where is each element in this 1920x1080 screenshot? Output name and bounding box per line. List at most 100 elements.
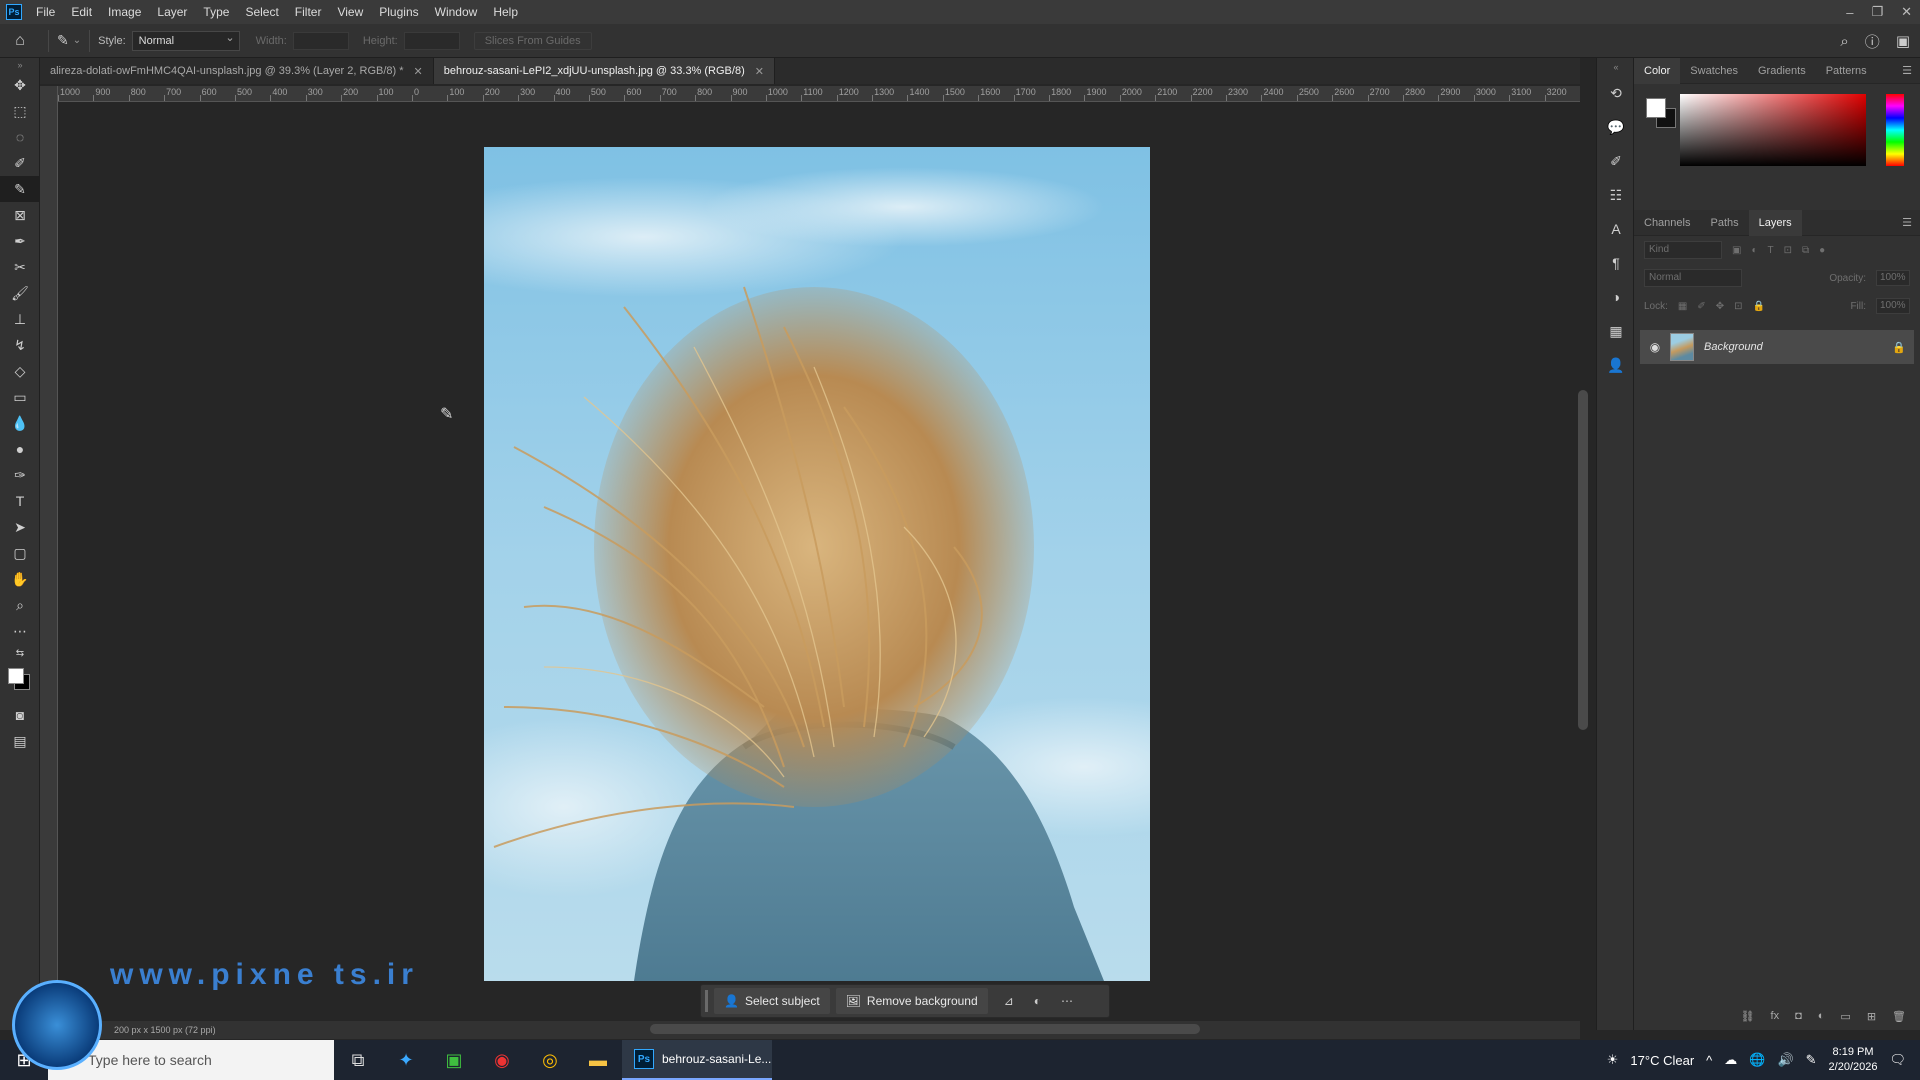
menu-type[interactable]: Type bbox=[195, 5, 237, 19]
dodge-tool-icon[interactable]: ● bbox=[0, 436, 40, 462]
eraser-tool-icon[interactable]: ◇ bbox=[0, 358, 40, 384]
comments-icon[interactable]: 💬 bbox=[1597, 110, 1635, 144]
color-picker-field[interactable] bbox=[1680, 94, 1866, 166]
panel-menu-icon[interactable]: ☰ bbox=[1902, 64, 1912, 77]
menu-help[interactable]: Help bbox=[485, 5, 526, 19]
weather-text[interactable]: 17°C Clear bbox=[1630, 1053, 1694, 1068]
layer-style-icon[interactable]: fx bbox=[1771, 1010, 1780, 1030]
properties-icon[interactable]: ☷ bbox=[1597, 178, 1635, 212]
libraries-icon[interactable]: ▦ bbox=[1597, 314, 1635, 348]
adjustments-icon[interactable]: ◑ bbox=[1597, 280, 1635, 314]
foreground-color-swatch[interactable] bbox=[8, 668, 24, 684]
copilot-icon[interactable]: ✦ bbox=[382, 1040, 430, 1080]
layer-kind-filter[interactable]: Kind bbox=[1644, 241, 1722, 259]
clock[interactable]: 8:19 PM 2/20/2026 bbox=[1829, 1045, 1878, 1075]
filter-type-icon[interactable]: T bbox=[1768, 245, 1774, 256]
document-image[interactable] bbox=[484, 147, 1150, 981]
fill-input[interactable]: 100% bbox=[1876, 298, 1910, 314]
tab-channels[interactable]: Channels bbox=[1634, 210, 1700, 236]
eye-icon[interactable]: ◉ bbox=[1640, 340, 1670, 354]
brush-tool-icon[interactable]: 🖌 bbox=[0, 280, 40, 306]
menu-layer[interactable]: Layer bbox=[149, 5, 195, 19]
add-mask-icon[interactable]: ◘ bbox=[1795, 1010, 1802, 1030]
tab-patterns[interactable]: Patterns bbox=[1816, 58, 1877, 84]
document-info[interactable]: 200 px x 1500 px (72 ppi) bbox=[114, 1025, 216, 1035]
collapse-icon[interactable]: « bbox=[1597, 58, 1635, 76]
transform-icon[interactable]: ⊿ bbox=[994, 990, 1024, 1012]
menu-select[interactable]: Select bbox=[237, 5, 286, 19]
recorder-icon[interactable]: ◉ bbox=[478, 1040, 526, 1080]
tab-layers[interactable]: Layers bbox=[1748, 209, 1802, 236]
vertical-scrollbar[interactable] bbox=[1578, 390, 1588, 730]
quick-selection-tool-icon[interactable]: ✐ bbox=[0, 150, 40, 176]
workspace-icon[interactable]: ▣ bbox=[1896, 32, 1910, 50]
menu-image[interactable]: Image bbox=[100, 5, 149, 19]
chevron-down-icon[interactable]: ⌄ bbox=[73, 35, 81, 46]
help-icon[interactable]: ⓘ bbox=[1865, 31, 1880, 52]
tab-paths[interactable]: Paths bbox=[1700, 210, 1748, 236]
slice-tool-preset-icon[interactable]: ✎ bbox=[57, 32, 69, 49]
more-tools-icon[interactable]: ⋯ bbox=[0, 618, 40, 644]
taskbar-photoshop-window[interactable]: Ps behrouz-sasani-Le... bbox=[622, 1040, 772, 1080]
new-adjustment-icon[interactable]: ◐ bbox=[1818, 1010, 1825, 1030]
tab-color[interactable]: Color bbox=[1634, 57, 1681, 84]
volume-icon[interactable]: 🔊 bbox=[1777, 1052, 1793, 1068]
menu-window[interactable]: Window bbox=[427, 5, 486, 19]
pen-tool-icon[interactable]: ✑ bbox=[0, 462, 40, 488]
foreground-color-swatch[interactable] bbox=[1646, 98, 1666, 118]
lock-transparency-icon[interactable]: ▦ bbox=[1678, 301, 1687, 312]
task-view-icon[interactable]: ⧉ bbox=[334, 1040, 382, 1080]
swap-colors-icon[interactable]: ⇆ bbox=[0, 644, 40, 662]
close-tab-icon[interactable]: ✕ bbox=[755, 65, 764, 78]
collapse-icon[interactable]: » bbox=[0, 58, 40, 72]
history-icon[interactable]: ⟲ bbox=[1597, 76, 1635, 110]
new-group-icon[interactable]: ▭ bbox=[1840, 1010, 1850, 1030]
more-options-icon[interactable]: ⋯ bbox=[1051, 990, 1083, 1012]
minimize-icon[interactable]: – bbox=[1846, 5, 1853, 20]
pen-icon[interactable]: ✎ bbox=[1806, 1052, 1817, 1068]
menu-filter[interactable]: Filter bbox=[287, 5, 330, 19]
filter-smart-object-icon[interactable]: ⧉ bbox=[1802, 245, 1809, 256]
adjustment-icon[interactable]: ◐ bbox=[1024, 990, 1051, 1012]
menu-edit[interactable]: Edit bbox=[63, 5, 100, 19]
home-icon[interactable]: ⌂ bbox=[0, 32, 40, 50]
file-explorer-icon[interactable]: ▬ bbox=[574, 1040, 622, 1080]
menu-view[interactable]: View bbox=[329, 5, 371, 19]
menu-file[interactable]: File bbox=[28, 5, 63, 19]
opacity-input[interactable]: 100% bbox=[1876, 270, 1910, 286]
color-swatches[interactable] bbox=[0, 662, 40, 702]
rectangle-tool-icon[interactable]: ▢ bbox=[0, 540, 40, 566]
hue-slider[interactable] bbox=[1886, 94, 1904, 166]
layer-name[interactable]: Background bbox=[1704, 341, 1884, 353]
lock-position-icon[interactable]: ✥ bbox=[1716, 301, 1724, 312]
weather-icon[interactable]: ☀ bbox=[1607, 1052, 1619, 1068]
panel-menu-icon[interactable]: ☰ bbox=[1902, 216, 1912, 229]
healing-brush-tool-icon[interactable]: ✂ bbox=[0, 254, 40, 280]
character-icon[interactable]: A bbox=[1597, 212, 1635, 246]
camtasia-icon[interactable]: ▣ bbox=[430, 1040, 478, 1080]
slice-tool-icon[interactable]: ✎ bbox=[0, 176, 40, 202]
blur-tool-icon[interactable]: 💧 bbox=[0, 410, 40, 436]
tab-behrouz-sasani[interactable]: behrouz-sasani-LePI2_xdjUU-unsplash.jpg … bbox=[433, 58, 775, 84]
zoom-tool-icon[interactable]: ⌕ bbox=[0, 592, 40, 618]
close-icon[interactable]: ✕ bbox=[1901, 4, 1912, 20]
notifications-icon[interactable]: 🗨 bbox=[1889, 1052, 1906, 1068]
network-icon[interactable]: 🌐 bbox=[1749, 1052, 1765, 1068]
drag-handle[interactable] bbox=[705, 990, 708, 1012]
path-selection-tool-icon[interactable]: ➤ bbox=[0, 514, 40, 540]
clone-stamp-tool-icon[interactable]: ⊥ bbox=[0, 306, 40, 332]
blend-mode-select[interactable]: Normal bbox=[1644, 269, 1742, 287]
filter-toggle-icon[interactable]: ● bbox=[1819, 245, 1825, 256]
remove-background-button[interactable]: 🖼 Remove background bbox=[835, 988, 988, 1014]
type-tool-icon[interactable]: T bbox=[0, 488, 40, 514]
lock-icon[interactable]: 🔒 bbox=[1884, 341, 1914, 354]
lock-all-icon[interactable]: 🔒 bbox=[1753, 301, 1765, 312]
quick-mask-icon[interactable]: ◙ bbox=[0, 702, 40, 728]
close-tab-icon[interactable]: ✕ bbox=[414, 65, 423, 78]
horizontal-scrollbar[interactable] bbox=[650, 1024, 1200, 1034]
eyedropper-tool-icon[interactable]: ✒ bbox=[0, 228, 40, 254]
delete-layer-icon[interactable]: 🗑 bbox=[1892, 1010, 1906, 1030]
restore-icon[interactable]: ❐ bbox=[1871, 4, 1883, 20]
history-brush-tool-icon[interactable]: ↯ bbox=[0, 332, 40, 358]
hand-tool-icon[interactable]: ✋ bbox=[0, 566, 40, 592]
